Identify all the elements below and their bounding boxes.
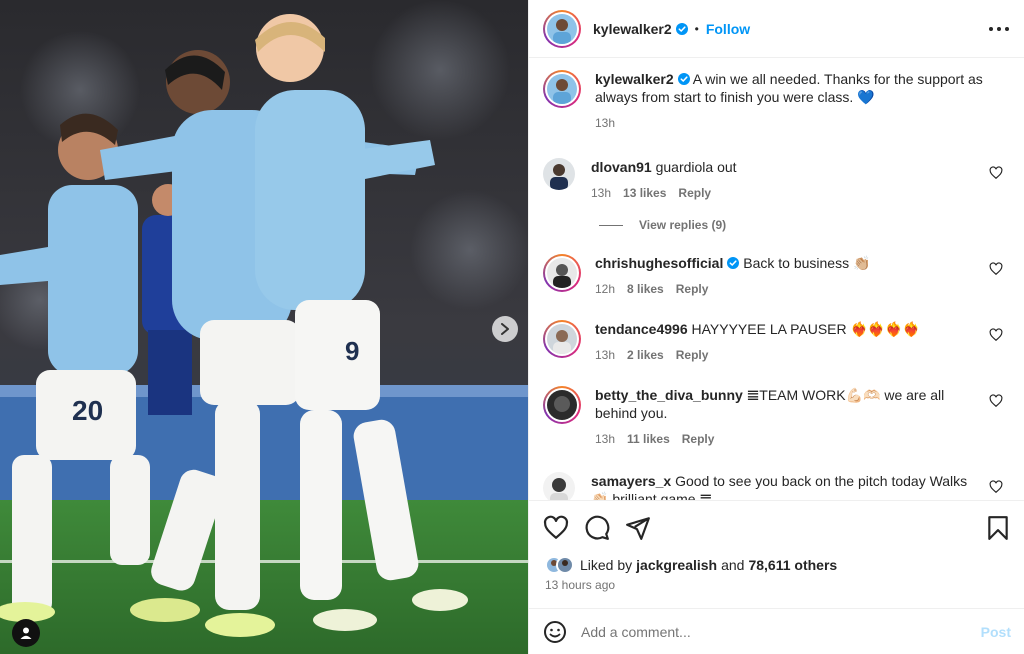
likes-count[interactable]: 78,611 others	[748, 557, 837, 573]
author-username[interactable]: kylewalker2	[593, 21, 672, 37]
comment-time: 13h	[595, 348, 616, 362]
follow-button[interactable]: Follow	[706, 21, 750, 37]
comments-list[interactable]: kylewalker2 A win we all needed. Thanks …	[529, 58, 1024, 500]
comment-avatar-image	[547, 324, 577, 354]
comment-text: HAYYYYEE LA PAUSER ❤️‍🔥❤️‍🔥❤️‍🔥❤️‍🔥	[691, 321, 921, 337]
comment-avatar-image	[543, 158, 575, 190]
next-image-button[interactable]	[492, 316, 518, 342]
comment-likes[interactable]: 2 likes	[627, 346, 664, 364]
comment-avatar-image	[543, 472, 575, 500]
heart-icon[interactable]	[989, 262, 1003, 276]
comment-avatar[interactable]	[543, 158, 575, 190]
comment-avatar[interactable]	[543, 472, 575, 500]
separator-dot: •	[694, 21, 699, 36]
comment-icon[interactable]	[584, 515, 610, 541]
author-avatar-image	[547, 13, 577, 44]
post-photo[interactable]: 20 9	[0, 0, 528, 654]
more-options-icon[interactable]	[989, 20, 1009, 38]
comment-item: tendance4996 HAYYYYEE LA PAUSER ❤️‍🔥❤️‍🔥…	[543, 320, 1013, 364]
liker-avatar	[556, 556, 574, 574]
user-tag-icon	[20, 627, 32, 639]
comment-username[interactable]: chrishughesofficial	[595, 255, 723, 271]
comment-username[interactable]: tendance4996	[595, 321, 688, 337]
verified-badge-icon	[675, 22, 688, 35]
post-header: kylewalker2 • Follow	[529, 0, 1024, 58]
post-comment-button[interactable]: Post	[981, 624, 1011, 640]
heart-icon[interactable]	[989, 328, 1003, 342]
comment-time: 13h	[595, 432, 616, 446]
author-avatar[interactable]	[543, 9, 581, 48]
comment-avatar-image	[547, 258, 577, 288]
post-time: 13 hours ago	[545, 578, 616, 592]
liked-by-label: Liked by	[580, 557, 633, 573]
tagged-users-button[interactable]	[12, 619, 40, 647]
comment-reply-button[interactable]: Reply	[676, 280, 709, 298]
comment-reply-button[interactable]: Reply	[682, 430, 715, 448]
view-replies-label: View replies (9)	[639, 218, 727, 232]
comment-avatar-image	[547, 390, 577, 420]
comment-likes[interactable]: 11 likes	[627, 430, 670, 448]
comment-likes[interactable]: 13 likes	[623, 184, 666, 202]
comment-time: 13h	[591, 186, 612, 200]
comment-time: 12h	[595, 282, 616, 296]
svg-text:9: 9	[345, 336, 359, 366]
comment-username[interactable]: samayers_x	[591, 473, 671, 489]
comment-item: chrishughesofficial Back to business 👏🏼 …	[543, 254, 1013, 298]
chevron-right-icon	[501, 323, 509, 335]
svg-text:20: 20	[72, 395, 103, 426]
comment-reply-button[interactable]: Reply	[676, 346, 709, 364]
comment-text: Back to business 👏🏼	[743, 255, 871, 271]
caption-avatar-image	[547, 74, 577, 104]
comment-avatar[interactable]	[543, 386, 581, 424]
add-comment-bar: Post	[529, 608, 1024, 654]
heart-icon[interactable]	[543, 515, 569, 541]
post-modal: 20 9 kylewalker2 • Follow kylewalker2 A …	[0, 0, 1024, 654]
comment-input[interactable]	[581, 623, 981, 640]
comment-username[interactable]: dlovan91	[591, 159, 652, 175]
comment-avatar[interactable]	[543, 254, 581, 292]
heart-icon[interactable]	[989, 394, 1003, 408]
heart-icon[interactable]	[989, 480, 1003, 494]
post-photo-image: 20 9	[0, 0, 528, 654]
likes-summary: Liked by jackgrealish and 78,611 others	[545, 556, 837, 574]
comment-text: guardiola out	[655, 159, 737, 175]
comment-avatar[interactable]	[543, 320, 581, 358]
liked-by-user[interactable]: jackgrealish	[636, 557, 717, 573]
comment-likes[interactable]: 8 likes	[627, 280, 664, 298]
caption: kylewalker2 A win we all needed. Thanks …	[543, 70, 1013, 132]
caption-avatar[interactable]	[543, 70, 581, 108]
post-sidebar: kylewalker2 • Follow kylewalker2 A win w…	[528, 0, 1024, 654]
comment-username[interactable]: betty_the_diva_bunny	[595, 387, 743, 403]
post-actions: Liked by jackgrealish and 78,611 others …	[529, 500, 1024, 608]
emoji-icon[interactable]	[543, 620, 567, 644]
divider-line	[599, 224, 623, 226]
verified-badge-icon	[677, 73, 690, 85]
bookmark-icon[interactable]	[985, 515, 1011, 541]
caption-username[interactable]: kylewalker2	[595, 71, 674, 87]
comment-item: samayers_x Good to see you back on the p…	[543, 472, 1013, 500]
comment-item: betty_the_diva_bunny 𝌆TEAM WORK💪🏻🫶🏻 we a…	[543, 386, 1013, 448]
liked-by-and: and	[721, 557, 745, 573]
comment-reply-button[interactable]: Reply	[678, 184, 711, 202]
view-replies-button[interactable]: View replies (9)	[599, 218, 726, 232]
caption-time: 13h	[595, 116, 616, 130]
verified-badge-icon	[727, 257, 740, 269]
heart-icon[interactable]	[989, 166, 1003, 180]
share-icon[interactable]	[625, 515, 651, 541]
comment-item: dlovan91 guardiola out 13h 13 likes Repl…	[543, 158, 1013, 202]
